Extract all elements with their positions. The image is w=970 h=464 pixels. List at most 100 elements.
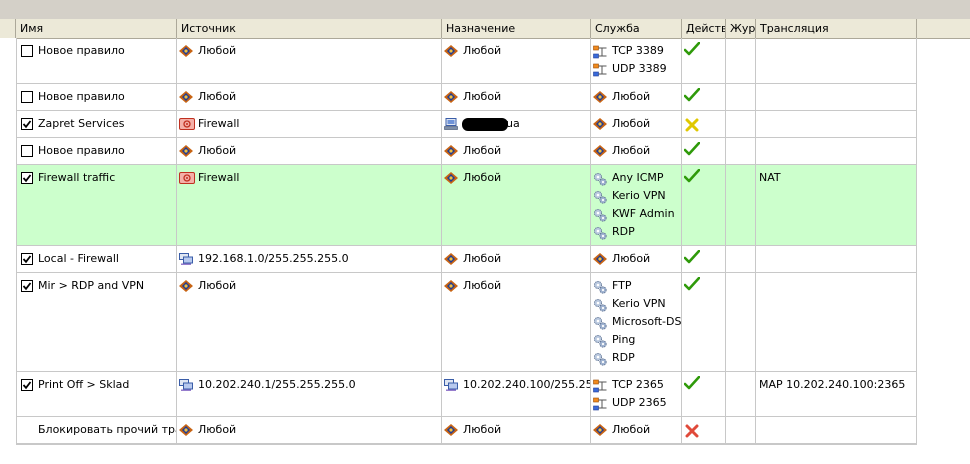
service-item[interactable]: FTP <box>591 277 681 295</box>
table-row[interactable]: Mir > RDP and VPN Любой Любой FTP Kerio VPN M… <box>16 273 917 372</box>
allow-check-icon[interactable] <box>683 249 701 267</box>
cell-source[interactable]: Любой <box>177 38 442 83</box>
dest-item[interactable]: Любой <box>442 250 590 268</box>
table-row[interactable]: Local - Firewall 192.168.1.0/255.255.255.… <box>16 246 917 273</box>
cell-log[interactable] <box>726 372 756 416</box>
allow-check-icon[interactable] <box>683 87 701 105</box>
cell-source[interactable]: Любой <box>177 84 442 110</box>
service-item[interactable]: Kerio VPN <box>591 187 681 205</box>
cell-nat[interactable] <box>756 111 917 137</box>
cell-name[interactable]: Новое правило <box>16 84 177 110</box>
table-row[interactable]: Firewall traffic Firewall Любой Any ICMP Ker… <box>16 165 917 246</box>
source-item[interactable]: Любой <box>177 277 441 295</box>
dest-item[interactable]: 10.202.240.100/255.255.255.255 <box>442 376 590 394</box>
cell-log[interactable] <box>726 246 756 272</box>
service-item[interactable]: Любой <box>591 142 681 160</box>
cell-nat[interactable] <box>756 246 917 272</box>
allow-check-icon[interactable] <box>683 141 701 159</box>
enable-checkbox[interactable] <box>21 145 33 157</box>
source-item[interactable]: 10.202.240.1/255.255.255.0 <box>177 376 441 394</box>
source-item[interactable]: Любой <box>177 142 441 160</box>
cell-nat[interactable] <box>756 138 917 164</box>
service-item[interactable]: Любой <box>591 115 681 133</box>
cell-source[interactable]: Любой <box>177 417 442 443</box>
enable-checkbox[interactable] <box>21 253 33 265</box>
cell-source[interactable]: 10.202.240.1/255.255.255.0 <box>177 372 442 416</box>
cell-name[interactable]: Новое правило <box>16 138 177 164</box>
allow-check-icon[interactable] <box>683 375 701 393</box>
service-item[interactable]: RDP <box>591 349 681 367</box>
cell-nat[interactable] <box>756 273 917 371</box>
cell-service[interactable]: Любой <box>591 84 682 110</box>
cell-dest[interactable]: Любой <box>442 84 591 110</box>
dest-item[interactable]: Любой <box>442 142 590 160</box>
table-row[interactable]: Print Off > Sklad 10.202.240.1/255.255.25… <box>16 372 917 417</box>
cell-name[interactable]: Firewall traffic <box>16 165 177 245</box>
cell-dest[interactable]: Любой <box>442 165 591 245</box>
enable-checkbox[interactable] <box>21 280 33 292</box>
cell-log[interactable] <box>726 84 756 110</box>
dest-item[interactable]: Любой <box>442 277 590 295</box>
cell-dest[interactable]: 10.202.240.100/255.255.255.255 <box>442 372 591 416</box>
cell-action[interactable] <box>682 246 726 272</box>
cell-service[interactable]: Any ICMP Kerio VPN KWF Admin RDP <box>591 165 682 245</box>
service-item[interactable]: Любой <box>591 250 681 268</box>
cell-service[interactable]: Любой <box>591 138 682 164</box>
source-item[interactable]: Firewall <box>177 169 441 187</box>
cell-source[interactable]: 192.168.1.0/255.255.255.0 <box>177 246 442 272</box>
service-item[interactable]: Microsoft-DS <box>591 313 681 331</box>
enable-checkbox[interactable] <box>21 91 33 103</box>
table-row[interactable]: Новое правило Любой Любой TCP 3389 UDP 3389 <box>16 38 917 84</box>
source-item[interactable]: Любой <box>177 421 441 439</box>
source-item[interactable]: 192.168.1.0/255.255.255.0 <box>177 250 441 268</box>
allow-check-icon[interactable] <box>683 41 701 59</box>
cell-action[interactable] <box>682 417 726 443</box>
cell-log[interactable] <box>726 417 756 443</box>
cell-source[interactable]: Любой <box>177 273 442 371</box>
dest-item[interactable]: Любой <box>442 169 590 187</box>
cell-name[interactable]: Блокировать прочий трафик <box>16 417 177 443</box>
table-row[interactable]: Новое правило Любой Любой Любой <box>16 84 917 111</box>
cell-log[interactable] <box>726 138 756 164</box>
cell-dest[interactable]: Любой <box>442 138 591 164</box>
cell-dest[interactable]: Любой <box>442 273 591 371</box>
cell-service[interactable]: TCP 2365 UDP 2365 <box>591 372 682 416</box>
source-item[interactable]: Firewall <box>177 115 441 133</box>
service-item[interactable]: Ping <box>591 331 681 349</box>
cell-name[interactable]: Zapret Services <box>16 111 177 137</box>
cell-nat[interactable] <box>756 38 917 83</box>
cell-dest[interactable]: Любой <box>442 38 591 83</box>
service-item[interactable]: Kerio VPN <box>591 295 681 313</box>
allow-check-icon[interactable] <box>683 168 701 186</box>
dest-item[interactable]: Любой <box>442 42 590 60</box>
cell-service[interactable]: Любой <box>591 111 682 137</box>
cell-log[interactable] <box>726 111 756 137</box>
enable-checkbox[interactable] <box>21 172 33 184</box>
cell-dest[interactable]: Любой <box>442 246 591 272</box>
cell-log[interactable] <box>726 273 756 371</box>
service-item[interactable]: Любой <box>591 421 681 439</box>
cell-name[interactable]: Новое правило <box>16 38 177 83</box>
cell-source[interactable]: Firewall <box>177 165 442 245</box>
cell-action[interactable] <box>682 84 726 110</box>
table-row[interactable]: Блокировать прочий трафик Любой Любой Любой <box>16 417 917 444</box>
cell-service[interactable]: TCP 3389 UDP 3389 <box>591 38 682 83</box>
service-item[interactable]: UDP 2365 <box>591 394 681 412</box>
service-item[interactable]: UDP 3389 <box>591 60 681 78</box>
cell-dest[interactable]: Любой <box>442 417 591 443</box>
cell-nat[interactable] <box>756 84 917 110</box>
drop-x-icon[interactable] <box>685 118 699 135</box>
cell-name[interactable]: Print Off > Sklad <box>16 372 177 416</box>
enable-checkbox[interactable] <box>21 45 33 57</box>
service-item[interactable]: KWF Admin <box>591 205 681 223</box>
cell-nat[interactable]: MAP 10.202.240.100:2365 <box>756 372 917 416</box>
service-item[interactable]: TCP 3389 <box>591 42 681 60</box>
cell-service[interactable]: Любой <box>591 246 682 272</box>
cell-nat[interactable] <box>756 417 917 443</box>
service-item[interactable]: RDP <box>591 223 681 241</box>
allow-check-icon[interactable] <box>683 276 701 294</box>
source-item[interactable]: Любой <box>177 42 441 60</box>
cell-nat[interactable]: NAT <box>756 165 917 245</box>
enable-checkbox[interactable] <box>21 379 33 391</box>
cell-service[interactable]: Любой <box>591 417 682 443</box>
